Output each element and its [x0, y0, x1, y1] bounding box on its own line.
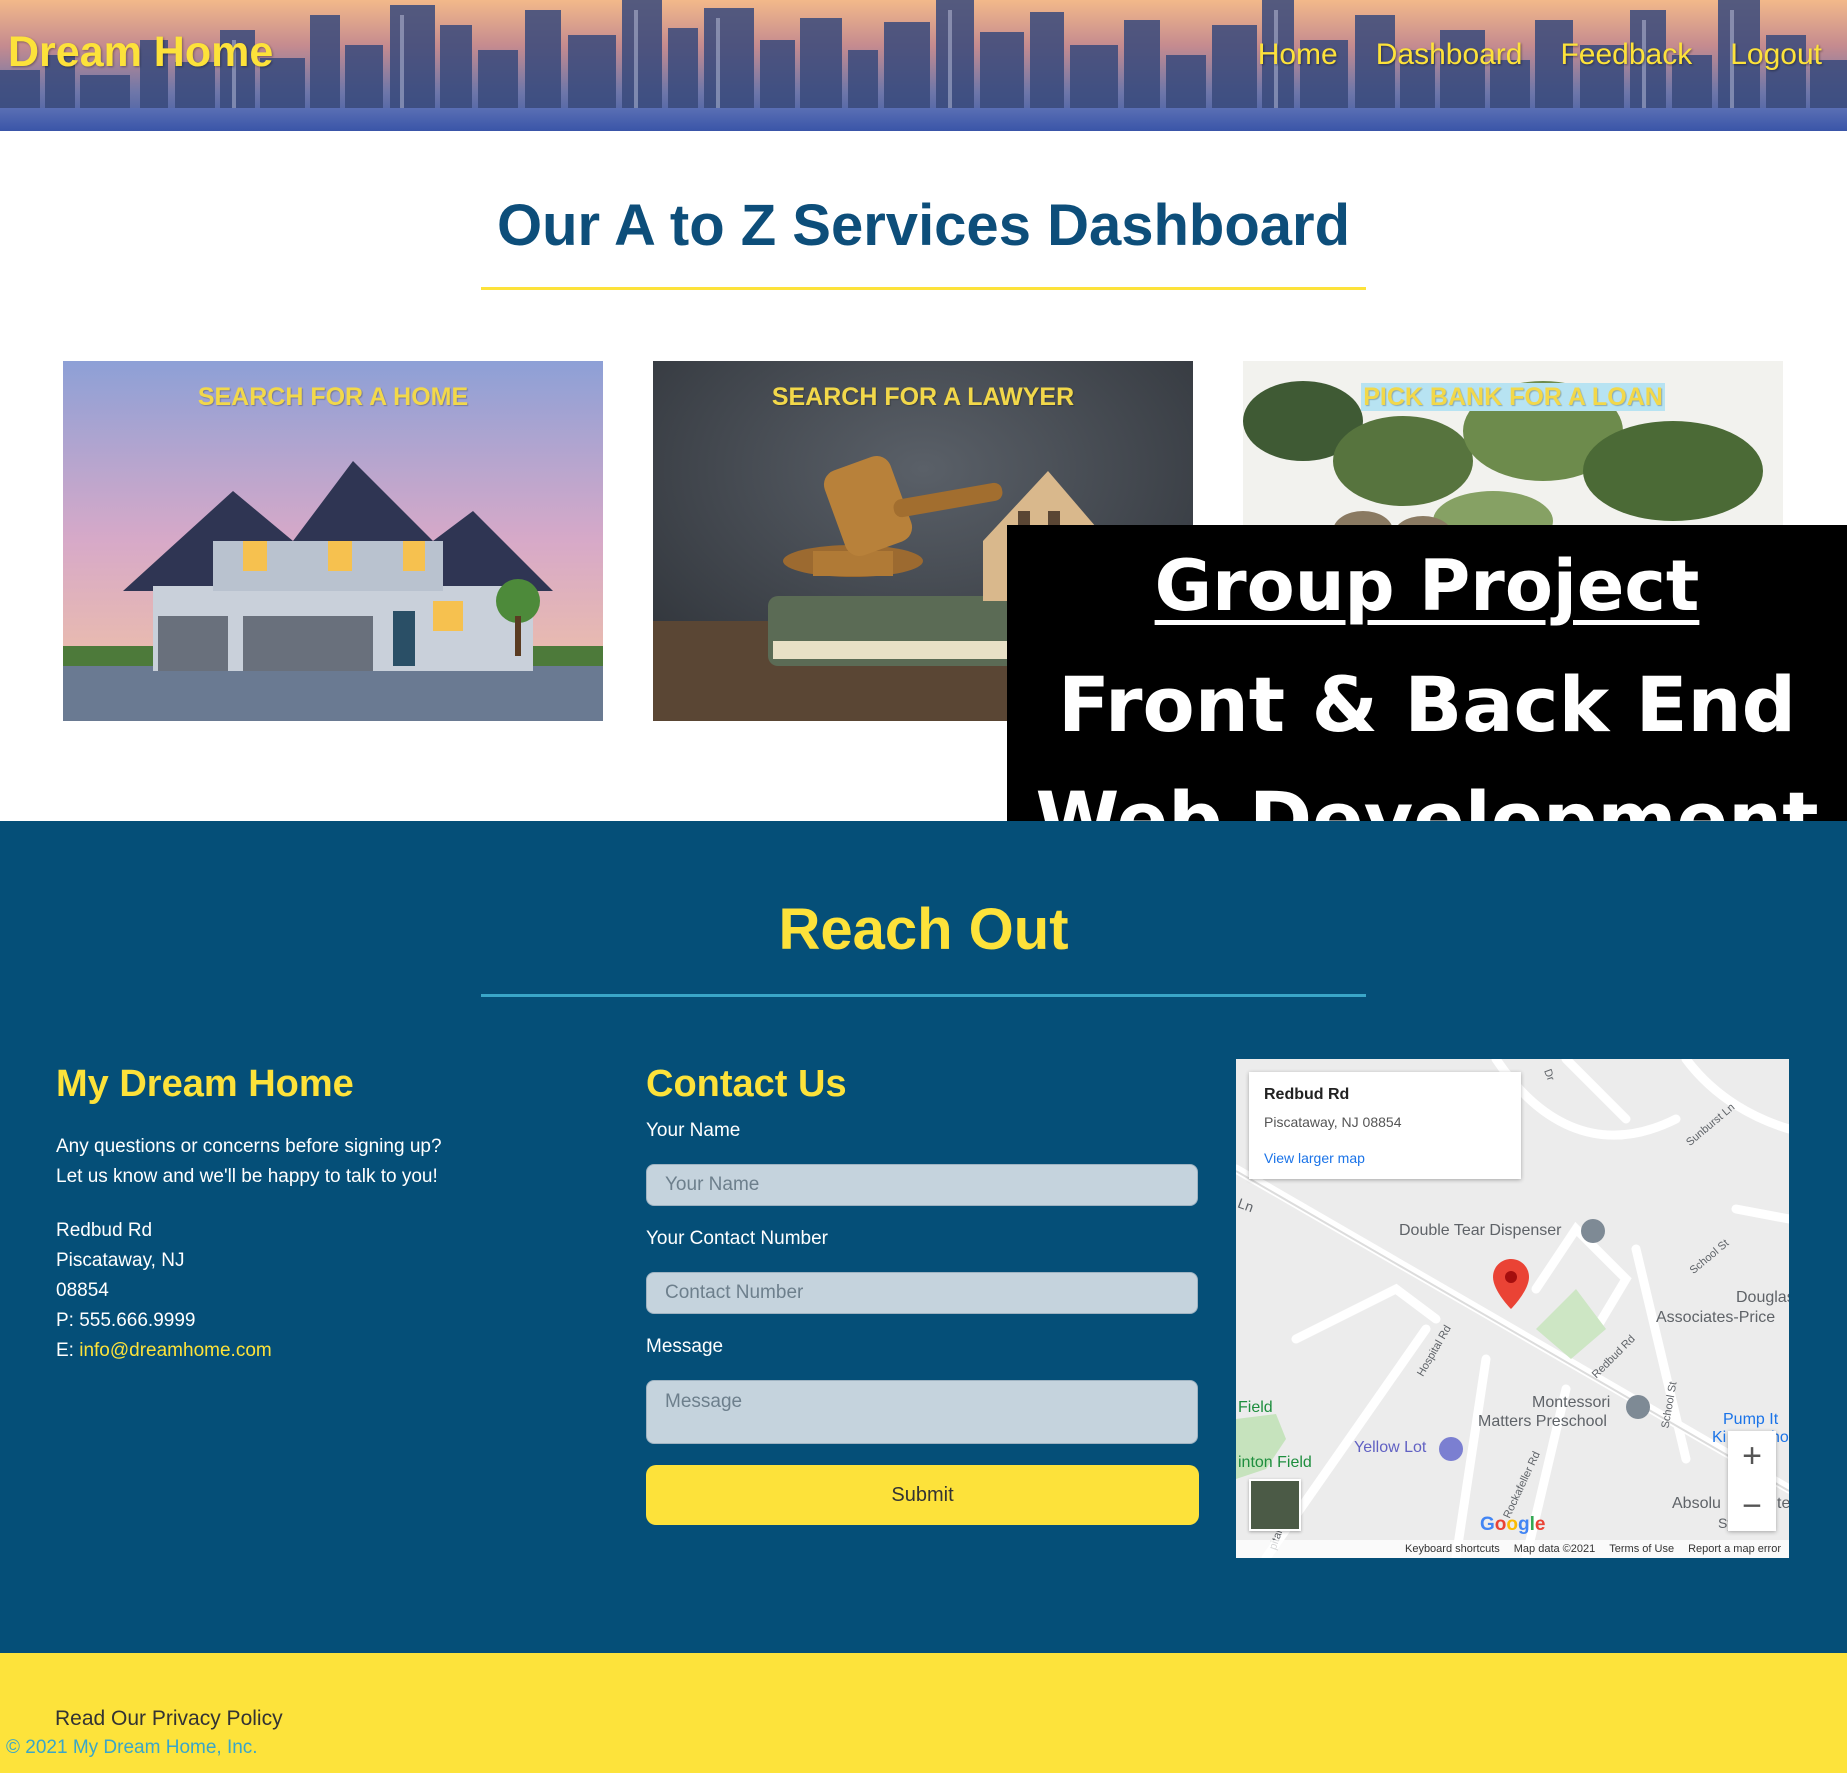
- map-place-card: Redbud Rd Piscataway, NJ 08854 View larg…: [1249, 1072, 1521, 1179]
- contact-number-label: Your Contact Number: [646, 1228, 829, 1249]
- email-prefix: E:: [56, 1340, 80, 1361]
- message-textarea[interactable]: [646, 1380, 1198, 1444]
- card-label-home: SEARCH FOR A HOME: [197, 383, 469, 411]
- satellite-toggle[interactable]: [1249, 1479, 1301, 1531]
- copyright-text: © 2021 My Dream Home, Inc.: [6, 1737, 258, 1758]
- zoom-in-button[interactable]: +: [1728, 1431, 1776, 1481]
- view-larger-map-link[interactable]: View larger map: [1264, 1150, 1365, 1166]
- brand-logo[interactable]: Dream Home: [8, 28, 273, 77]
- phone-number: P: 555.666.9999: [56, 1310, 196, 1331]
- address-street: Redbud Rd: [56, 1220, 153, 1241]
- title-divider: [481, 287, 1366, 290]
- contact-title: Contact Us: [646, 1063, 847, 1105]
- site-footer: Read Our Privacy Policy © 2021 My Dream …: [0, 1653, 1847, 1773]
- address-city: Piscataway, NJ: [56, 1250, 185, 1271]
- services-title: Our A to Z Services Dashboard: [496, 193, 1351, 258]
- map-footer: Keyboard shortcuts Map data ©2021 Terms …: [1236, 1540, 1789, 1558]
- map-label-field: Field: [1238, 1399, 1273, 1416]
- service-card-home[interactable]: SEARCH FOR A HOME: [63, 361, 603, 721]
- nav-feedback[interactable]: Feedback: [1560, 38, 1692, 72]
- map-label-matters: Matters Preschool: [1478, 1413, 1607, 1430]
- name-input[interactable]: [646, 1164, 1198, 1206]
- map-label-te: te: [1777, 1495, 1789, 1512]
- header-water: [0, 108, 1847, 131]
- email-line: E: info@dreamhome.com: [56, 1336, 576, 1366]
- main-nav: Home Dashboard Feedback Logout: [1258, 38, 1822, 72]
- card-label-bank: PICK BANK FOR A LOAN: [1361, 383, 1665, 411]
- site-header: Dream Home Home Dashboard Feedback Logou…: [0, 0, 1847, 131]
- map-label-montessori: Montessori: [1532, 1394, 1611, 1411]
- banner-line-2: Front & Back End: [1057, 660, 1797, 749]
- submit-button[interactable]: Submit: [646, 1465, 1199, 1525]
- map-label-ki: Ki: [1712, 1429, 1727, 1446]
- map-place-title: Redbud Rd: [1264, 1086, 1350, 1103]
- map-place-address: Piscataway, NJ 08854: [1264, 1114, 1402, 1130]
- map-label-pump-it: Pump It: [1723, 1411, 1779, 1428]
- map-label-double-tear: Double Tear Dispenser: [1399, 1222, 1562, 1239]
- nav-home[interactable]: Home: [1258, 38, 1338, 72]
- about-text-2: Let us know and we'll be happy to talk t…: [56, 1166, 438, 1187]
- address-zip: 08854: [56, 1280, 109, 1301]
- map-label-douglas: Douglas: [1736, 1289, 1789, 1306]
- map-data-text: Map data ©2021: [1513, 1543, 1596, 1555]
- card-label-lawyer: SEARCH FOR A LAWYER: [771, 383, 1075, 411]
- map-label-inton-field: inton Field: [1238, 1454, 1312, 1471]
- embedded-map[interactable]: Redbud Rd Piscataway, NJ 08854 View larg…: [1236, 1059, 1789, 1558]
- contact-number-input[interactable]: [646, 1272, 1198, 1314]
- reach-divider: [481, 994, 1366, 997]
- about-block: Any questions or concerns before signing…: [56, 1132, 576, 1366]
- about-text-1: Any questions or concerns before signing…: [56, 1136, 442, 1157]
- map-pin-icon[interactable]: [1493, 1259, 1529, 1309]
- map-label-absolu: Absolu: [1672, 1495, 1721, 1512]
- name-label: Your Name: [646, 1120, 741, 1141]
- privacy-policy-link[interactable]: Read Our Privacy Policy: [55, 1707, 283, 1731]
- nav-logout[interactable]: Logout: [1730, 38, 1822, 72]
- google-logo: Google: [1480, 1514, 1546, 1535]
- nav-dashboard[interactable]: Dashboard: [1376, 38, 1523, 72]
- report-map-error-link[interactable]: Report a map error: [1688, 1540, 1781, 1558]
- email-link[interactable]: info@dreamhome.com: [79, 1340, 271, 1361]
- map-label-associates: Associates-Price: [1656, 1309, 1776, 1326]
- terms-of-use-link[interactable]: Terms of Use: [1609, 1540, 1674, 1558]
- reach-out-title: Reach Out: [778, 897, 1069, 962]
- about-title: My Dream Home: [56, 1063, 354, 1105]
- keyboard-shortcuts-link[interactable]: Keyboard shortcuts: [1405, 1540, 1500, 1558]
- house-image: [63, 361, 603, 721]
- banner-line-1: Group Project: [1154, 545, 1700, 627]
- zoom-controls: + −: [1728, 1431, 1776, 1531]
- zoom-out-button[interactable]: −: [1728, 1481, 1776, 1531]
- message-label: Message: [646, 1336, 724, 1357]
- map-label-yellow-lot: Yellow Lot: [1354, 1439, 1427, 1456]
